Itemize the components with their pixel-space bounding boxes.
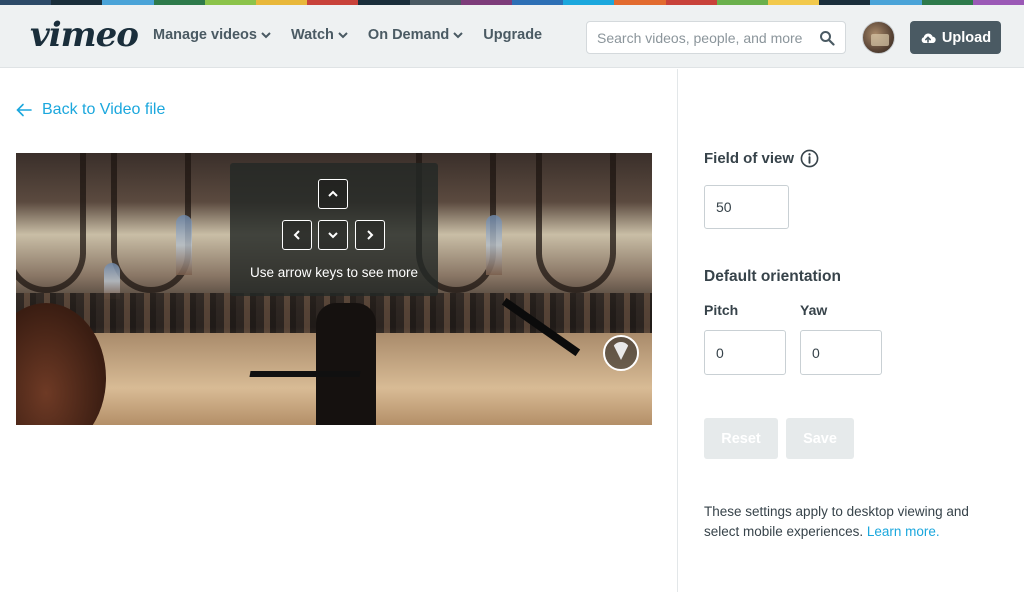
- arrow-keys-overlay: Use arrow keys to see more: [230, 163, 438, 296]
- arrow-right-button[interactable]: [355, 220, 385, 250]
- user-avatar[interactable]: [862, 21, 895, 54]
- nav-on-demand[interactable]: On Demand: [367, 27, 464, 43]
- cloud-upload-icon: [921, 33, 936, 43]
- main-nav: Manage videos Watch On Demand Upgrade: [153, 27, 542, 43]
- default-orientation-label: Default orientation: [704, 268, 841, 285]
- nav-manage-videos[interactable]: Manage videos: [153, 27, 271, 43]
- arrow-left-button[interactable]: [282, 220, 312, 250]
- info-icon[interactable]: [800, 149, 819, 168]
- chevron-down-icon: [453, 32, 464, 39]
- upload-button-label: Upload: [941, 29, 992, 46]
- arrow-down-button[interactable]: [318, 220, 348, 250]
- compass-icon[interactable]: [603, 335, 639, 371]
- nav-watch-label: Watch: [290, 27, 334, 43]
- upload-button[interactable]: Upload: [910, 21, 1001, 54]
- chevron-up-icon: [328, 190, 338, 197]
- chevron-right-icon: [367, 230, 374, 240]
- nav-on-demand-label: On Demand: [367, 27, 450, 43]
- stained-glass-window: [486, 215, 502, 275]
- search-box: [586, 21, 846, 54]
- chevron-down-icon: [338, 32, 348, 39]
- arrow-left-icon: [16, 103, 32, 117]
- pitch-input[interactable]: [704, 330, 786, 375]
- top-navigation-bar: vimeo Manage videos Watch On Demand Upgr…: [0, 5, 1024, 68]
- save-button[interactable]: Save: [786, 418, 854, 459]
- nav-manage-videos-label: Manage videos: [153, 27, 257, 43]
- arrow-keys-hint: Use arrow keys to see more: [249, 265, 419, 280]
- field-of-view-label: Field of view: [704, 149, 819, 168]
- field-of-view-text: Field of view: [704, 150, 795, 167]
- stained-glass-window: [176, 215, 192, 275]
- pitch-label: Pitch: [704, 302, 739, 318]
- reset-button[interactable]: Reset: [704, 418, 778, 459]
- nav-upgrade-label: Upgrade: [483, 27, 543, 43]
- back-to-video-file-link[interactable]: Back to Video file: [16, 101, 165, 119]
- search-input[interactable]: [597, 22, 817, 53]
- church-arch: [536, 153, 616, 293]
- church-arch: [16, 153, 86, 293]
- chevron-left-icon: [293, 230, 300, 240]
- back-link-label: Back to Video file: [42, 101, 166, 118]
- arrow-up-button[interactable]: [318, 179, 348, 209]
- field-of-view-input[interactable]: [704, 185, 789, 229]
- nav-upgrade[interactable]: Upgrade: [483, 27, 542, 43]
- conductor: [316, 303, 376, 425]
- nav-watch[interactable]: Watch: [291, 27, 348, 43]
- music-stand: [249, 371, 361, 377]
- settings-help-text: These settings apply to desktop viewing …: [704, 502, 974, 541]
- yaw-input[interactable]: [800, 330, 882, 375]
- vimeo-logo[interactable]: vimeo: [30, 15, 139, 55]
- yaw-label: Yaw: [800, 302, 828, 318]
- chevron-down-icon: [261, 32, 271, 39]
- search-icon[interactable]: [819, 30, 835, 46]
- chevron-down-icon: [328, 232, 338, 239]
- learn-more-link[interactable]: Learn more.: [867, 524, 940, 539]
